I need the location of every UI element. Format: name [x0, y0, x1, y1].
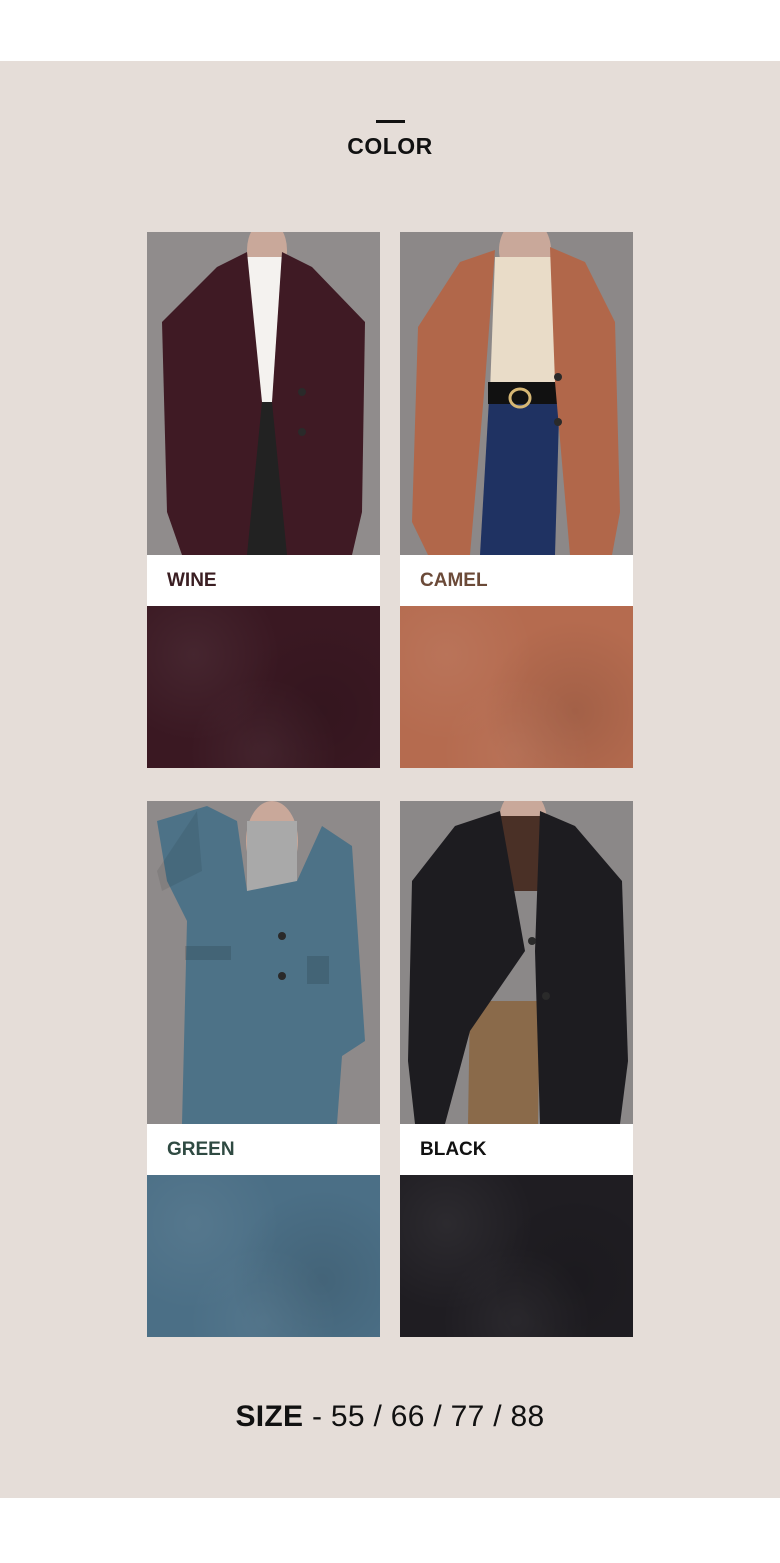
section-title: COLOR — [347, 133, 433, 159]
model-photo — [147, 801, 380, 1124]
color-label: BLACK — [400, 1124, 633, 1175]
fabric-swatch — [147, 606, 380, 768]
size-info: SIZE - 55 / 66 / 77 / 88 — [0, 1400, 780, 1434]
color-label: WINE — [147, 555, 380, 606]
coat-illustration — [147, 232, 380, 555]
color-label: GREEN — [147, 1124, 380, 1175]
size-label: SIZE — [235, 1400, 304, 1433]
color-card-wine[interactable]: WINE — [147, 232, 380, 768]
title-accent-bar — [376, 120, 405, 123]
color-label: CAMEL — [400, 555, 633, 606]
size-values: 55 / 66 / 77 / 88 — [330, 1400, 545, 1433]
model-photo — [400, 801, 633, 1124]
coat-illustration — [400, 801, 633, 1124]
fabric-swatch — [147, 1175, 380, 1337]
coat-illustration — [147, 801, 380, 1124]
model-photo — [147, 232, 380, 555]
color-card-black[interactable]: BLACK — [400, 801, 633, 1337]
fabric-swatch — [400, 1175, 633, 1337]
size-separator: - — [303, 1400, 331, 1433]
coat-illustration — [400, 232, 633, 555]
fabric-swatch — [400, 606, 633, 768]
color-card-camel[interactable]: CAMEL — [400, 232, 633, 768]
color-card-green[interactable]: GREEN — [147, 801, 380, 1337]
color-section-panel — [0, 61, 780, 1498]
model-photo — [400, 232, 633, 555]
